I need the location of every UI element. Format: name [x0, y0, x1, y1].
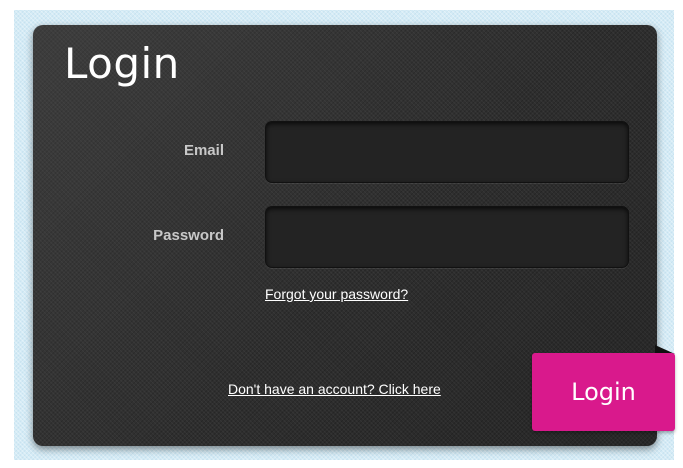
signup-link[interactable]: Don't have an account? Click here: [228, 381, 441, 397]
password-input[interactable]: [265, 206, 629, 268]
email-label: Email: [183, 142, 224, 159]
email-input[interactable]: [265, 121, 629, 183]
forgot-password-link[interactable]: Forgot your password?: [265, 286, 408, 302]
login-title: Login: [64, 39, 180, 88]
login-button[interactable]: Login: [532, 353, 675, 431]
password-label: Password: [153, 227, 224, 244]
